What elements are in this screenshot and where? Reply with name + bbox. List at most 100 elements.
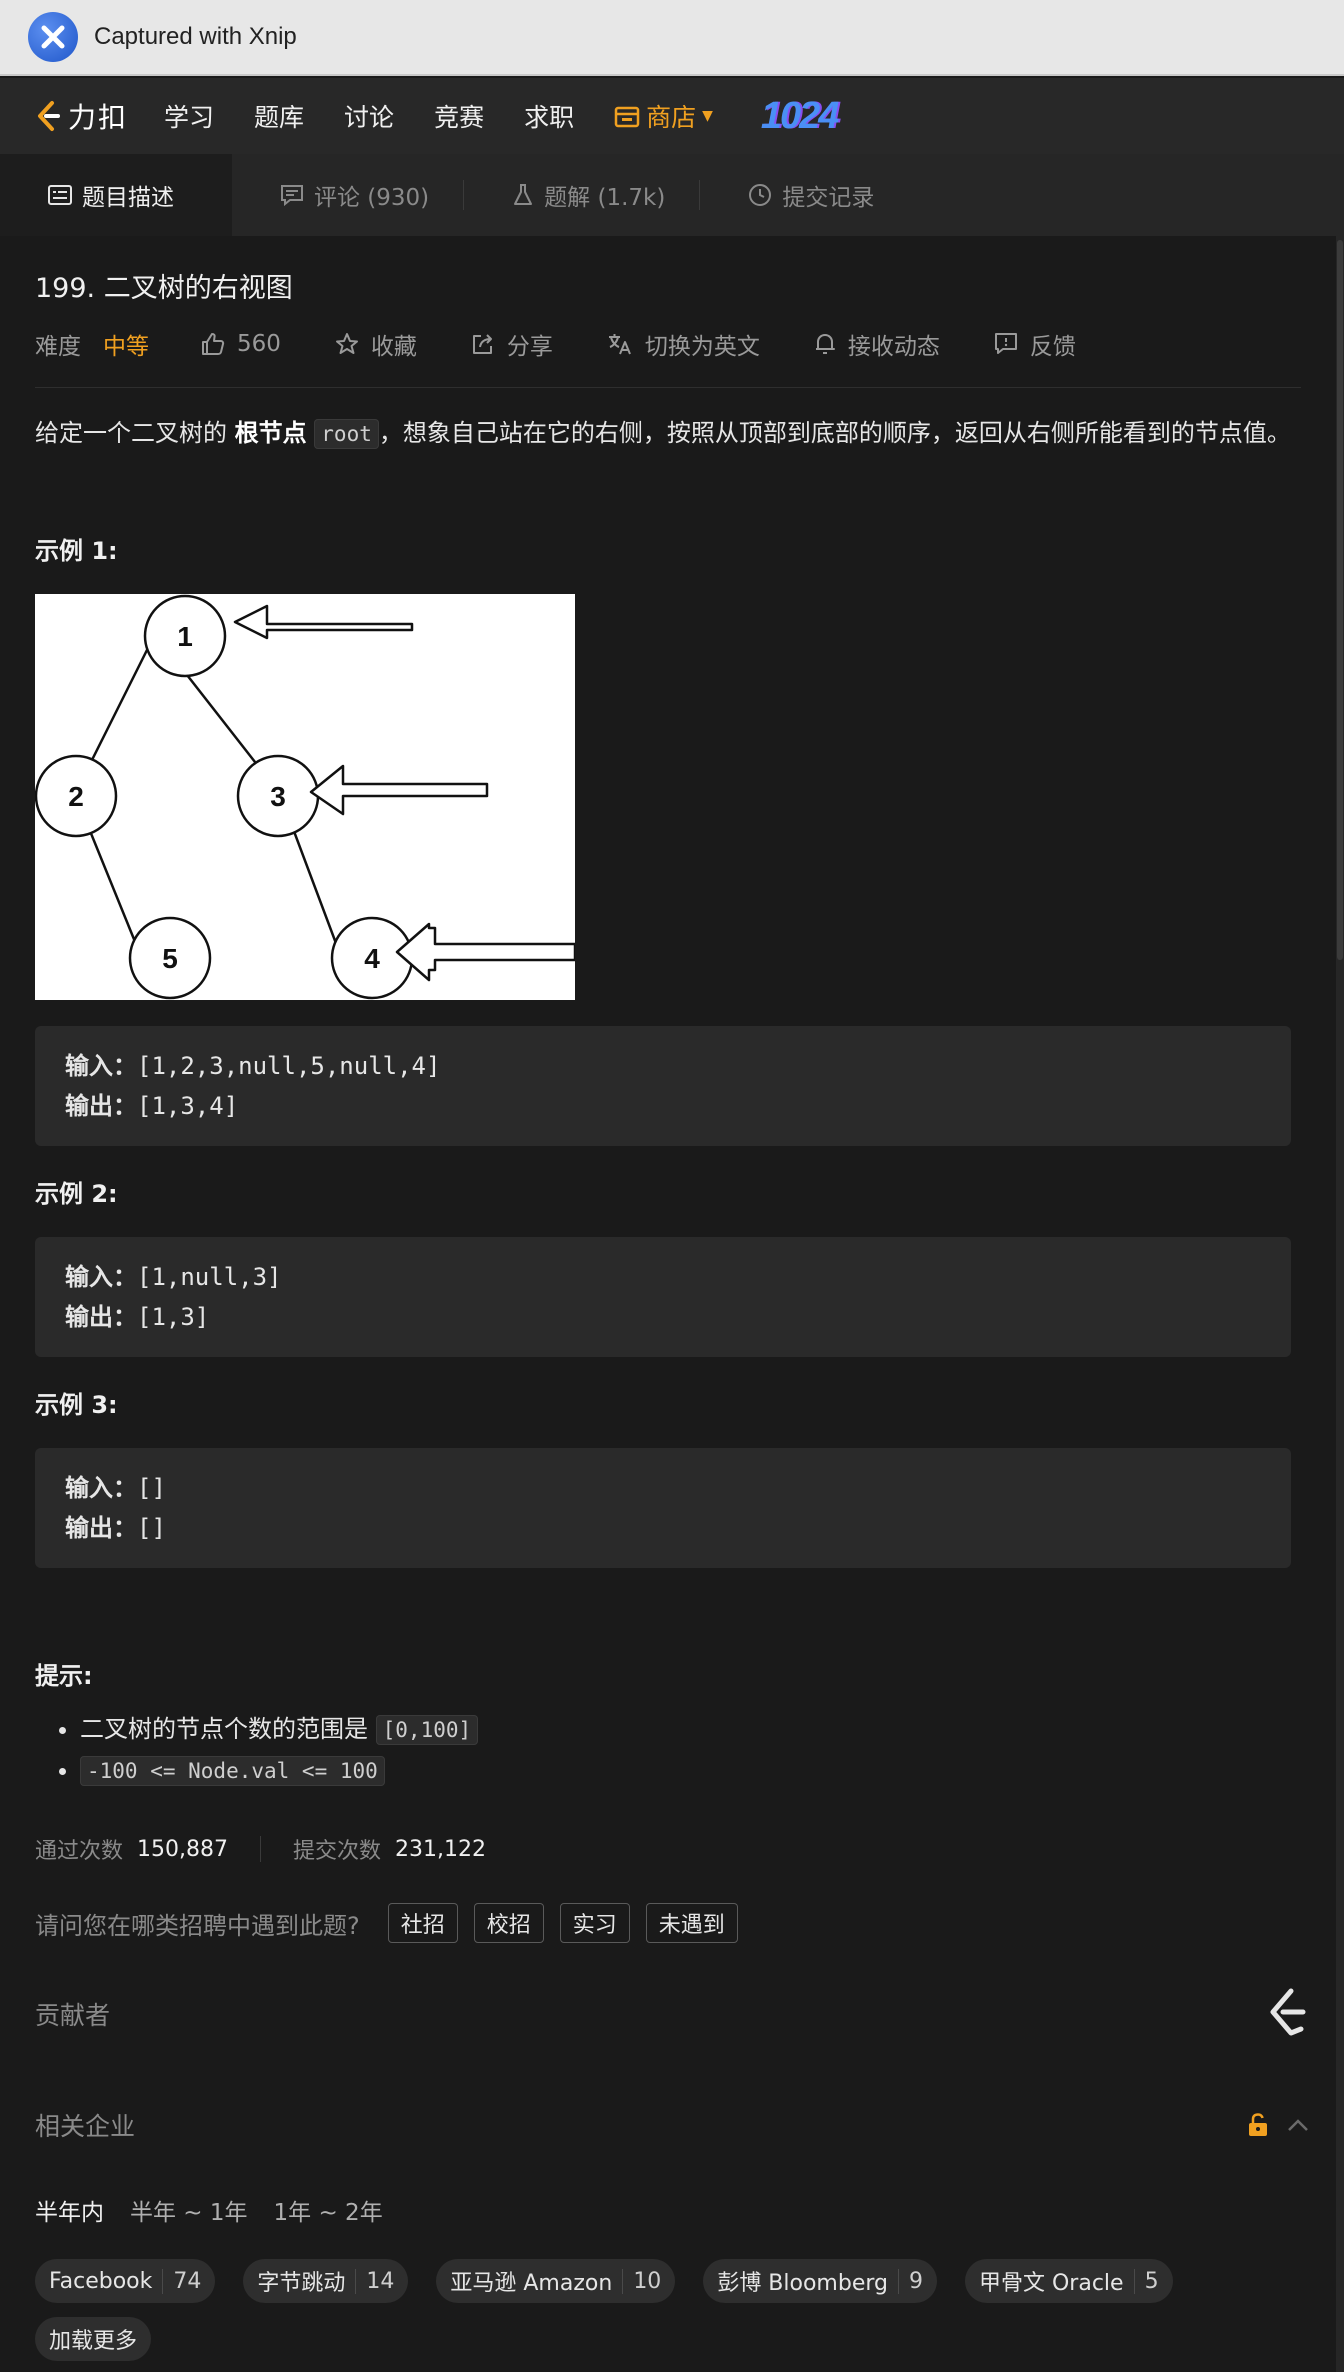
output-value: []	[137, 1514, 166, 1542]
output-value: [1,3,4]	[137, 1092, 239, 1120]
difficulty-value: 中等	[103, 334, 149, 360]
accepted-count: 150,887	[137, 1836, 228, 1862]
share-label: 分享	[506, 334, 553, 360]
problem-meta-bar: 难度 中等 560 收藏 分享 切换为英文 接收动态 反馈	[35, 327, 1301, 388]
survey-option-intern[interactable]: 实习	[559, 1903, 630, 1943]
scrollbar-thumb[interactable]	[1337, 240, 1343, 960]
difficulty-label: 难度	[35, 334, 81, 360]
tab-submissions[interactable]: 提交记录	[700, 154, 908, 236]
company-name: Facebook	[49, 2268, 153, 2294]
input-label: 输入：	[65, 1052, 137, 1080]
input-value: [1,null,3]	[137, 1263, 282, 1291]
nav-item-contest[interactable]: 竞赛	[434, 98, 484, 134]
switch-language-button[interactable]: 切换为英文	[607, 327, 760, 361]
nav-item-store[interactable]: 商店 ▼	[614, 98, 713, 134]
output-label: 输出：	[65, 1514, 137, 1542]
nav-item-learn[interactable]: 学习	[164, 98, 214, 134]
load-more-button[interactable]: 加载更多	[35, 2317, 152, 2361]
unlock-icon[interactable]	[1247, 2113, 1269, 2137]
leetcode-logo[interactable]: 力扣	[32, 96, 128, 136]
companies-controls	[1247, 2113, 1309, 2137]
tree-node-label: 2	[68, 781, 84, 812]
desc-text: 给定一个二叉树的	[35, 419, 235, 447]
hint-text: 二叉树的节点个数的范围是	[80, 1715, 376, 1743]
arrow-left-icon	[233, 604, 414, 640]
example-2-code: 输入：[1,null,3] 输出：[1,3]	[35, 1237, 1291, 1357]
company-count: 74	[162, 2268, 201, 2294]
tree-node-label: 1	[177, 621, 193, 652]
share-button[interactable]: 分享	[471, 327, 553, 361]
favorite-label: 收藏	[370, 334, 417, 360]
comment-icon	[280, 184, 304, 206]
problem-description: 给定一个二叉树的 根节点 root ，想象自己站在它的右侧，按照从顶部到底部的顺序…	[35, 414, 1305, 453]
period-option-1y-2y[interactable]: 1年 ~ 2年	[274, 2193, 383, 2227]
leetcode-logo-icon	[1270, 1988, 1306, 2036]
submission-stats: 通过次数 150,887 提交次数 231,122	[35, 1833, 1301, 1865]
contributor-avatar[interactable]	[1263, 1985, 1309, 2043]
arrow-left-icon	[395, 922, 577, 982]
input-value: [1,2,3,null,5,null,4]	[137, 1052, 441, 1080]
chevron-up-icon[interactable]	[1287, 2118, 1309, 2132]
subscribe-button[interactable]: 接收动态	[814, 327, 940, 361]
example-2-title: 示例 2:	[35, 1180, 118, 1208]
contributors-section: 贡献者	[35, 1985, 1309, 2043]
feedback-icon	[994, 332, 1018, 356]
problem-content: 199. 二叉树的右视图 难度 中等 560 收藏 分享 切换为英文 接收动态 …	[0, 236, 1336, 2372]
hints-title: 提示:	[35, 1662, 93, 1690]
company-name: 彭博 Bloomberg	[717, 2271, 888, 2296]
input-label: 输入：	[65, 1263, 137, 1291]
output-label: 输出：	[65, 1092, 137, 1120]
company-count: 10	[622, 2268, 661, 2294]
tab-solutions[interactable]: 题解 (1.7k)	[464, 154, 699, 236]
company-count: 5	[1133, 2268, 1159, 2294]
submissions-label: 提交次数	[293, 1839, 382, 1864]
nav-item-discuss[interactable]: 讨论	[344, 98, 394, 134]
companies-title: 相关企业	[35, 2112, 136, 2141]
company-tags: Facebook 74 字节跳动 14 亚马逊 Amazon 10 彭博 Bloomb…	[35, 2259, 1315, 2372]
hint-code: [0,100]	[375, 1715, 479, 1745]
survey-option-social[interactable]: 社招	[387, 1903, 458, 1943]
subscribe-label: 接收动态	[847, 334, 940, 360]
tab-submissions-label: 提交记录	[782, 185, 875, 211]
hint-code: -100 <= Node.val <= 100	[80, 1756, 385, 1786]
company-count: 9	[898, 2268, 923, 2294]
recruit-survey: 请问您在哪类招聘中遇到此题? 社招 校招 实习 未遇到	[35, 1903, 1301, 1943]
survey-option-never[interactable]: 未遇到	[645, 1903, 738, 1943]
capture-title-bar: Captured with Xnip	[0, 0, 1344, 76]
period-option-6m-1y[interactable]: 半年 ~ 1年	[130, 2193, 248, 2227]
input-value: []	[137, 1474, 166, 1502]
thumbs-up-icon	[201, 332, 225, 356]
example-2-output: 输出：[1,3]	[65, 1297, 1261, 1337]
star-icon	[335, 332, 359, 356]
company-tag[interactable]: 字节跳动 14	[243, 2259, 409, 2303]
tab-description[interactable]: 题目描述	[0, 154, 232, 236]
example-1-tree-image: 1 2 3 5 4	[34, 594, 577, 1000]
company-tag[interactable]: 亚马逊 Amazon 10	[436, 2259, 676, 2303]
brand-name: 力扣	[68, 101, 129, 134]
nav-item-jobs[interactable]: 求职	[524, 98, 574, 134]
description-icon	[48, 185, 72, 205]
feedback-label: 反馈	[1029, 334, 1076, 360]
company-tag[interactable]: 甲骨文 Oracle 5	[965, 2259, 1173, 2303]
store-label: 商店	[646, 103, 697, 132]
company-name: 字节跳动	[257, 2271, 346, 2296]
arrow-left-icon	[309, 764, 489, 816]
example-3-title: 示例 3:	[35, 1391, 118, 1419]
tab-comments[interactable]: 评论 (930)	[232, 154, 463, 236]
period-option-6m[interactable]: 半年内	[35, 2193, 104, 2227]
example-1-title: 示例 1:	[35, 537, 118, 565]
feedback-button[interactable]: 反馈	[994, 327, 1076, 361]
store-icon	[614, 106, 640, 128]
leetcode-logo-icon	[38, 101, 60, 131]
xnip-logo-icon	[28, 12, 78, 62]
nav-item-problems[interactable]: 题库	[254, 98, 304, 134]
survey-option-campus[interactable]: 校招	[473, 1903, 544, 1943]
like-button[interactable]: 560	[201, 331, 281, 357]
favorite-button[interactable]: 收藏	[335, 327, 417, 361]
event-1024-badge[interactable]: 1024	[761, 95, 840, 138]
example-1-output: 输出：[1,3,4]	[65, 1086, 1261, 1126]
company-tag[interactable]: 彭博 Bloomberg 9	[703, 2259, 937, 2303]
switch-language-label: 切换为英文	[644, 334, 760, 360]
company-tag[interactable]: Facebook 74	[35, 2259, 216, 2303]
output-label: 输出：	[65, 1303, 137, 1331]
